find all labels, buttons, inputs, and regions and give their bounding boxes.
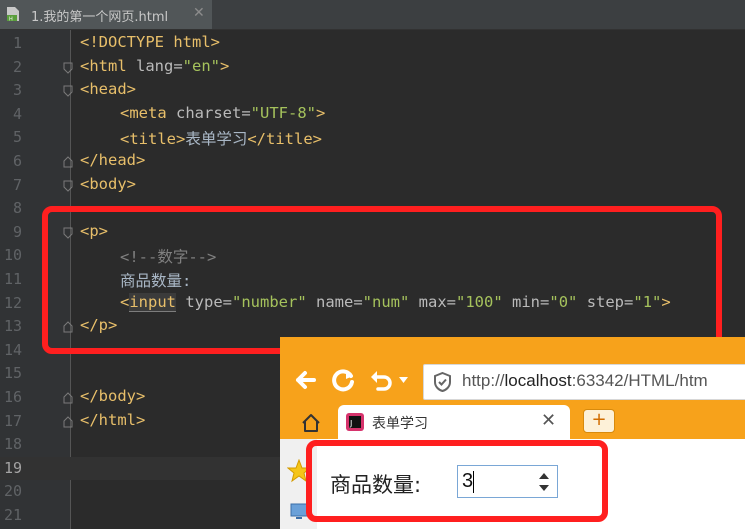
line-number: 7 bbox=[12, 175, 22, 194]
code-token: 表单学习 bbox=[185, 130, 248, 149]
line-number: 12 bbox=[3, 293, 22, 312]
browser-tab-title: 表单学习 bbox=[372, 416, 428, 432]
browser-tab-strip: J 表单学习 ✕ + bbox=[280, 403, 745, 439]
undo-icon[interactable] bbox=[366, 365, 396, 395]
chevron-down-icon[interactable] bbox=[399, 377, 408, 383]
browser-toolbar: http://localhost:63342/HTML/htm bbox=[280, 337, 745, 403]
line-number: 15 bbox=[3, 364, 22, 383]
code-token: "UTF-8" bbox=[250, 103, 316, 122]
home-icon[interactable] bbox=[300, 412, 322, 434]
fold-icon[interactable] bbox=[63, 85, 73, 97]
line-number: 16 bbox=[3, 388, 22, 406]
highlight-box bbox=[42, 206, 722, 354]
line-number: 1 bbox=[12, 34, 22, 52]
line-number: 20 bbox=[3, 482, 22, 501]
svg-text:J: J bbox=[349, 419, 352, 428]
refresh-icon[interactable] bbox=[328, 365, 358, 395]
fold-icon[interactable] bbox=[63, 415, 73, 428]
code-token: "en" bbox=[182, 56, 220, 75]
fold-icon[interactable] bbox=[63, 62, 73, 74]
back-icon[interactable] bbox=[290, 365, 320, 395]
code-token: <title> bbox=[120, 130, 186, 149]
code-line: 5 <title>表单学习</title> bbox=[0, 126, 745, 150]
browser-window: http://localhost:63342/HTML/htm J 表单学习 ✕… bbox=[280, 337, 745, 529]
line-number: 19 bbox=[3, 458, 22, 477]
line-number: 3 bbox=[12, 81, 22, 100]
file-tab-label: 1.我的第一个网页.html bbox=[31, 10, 169, 25]
code-token: > bbox=[316, 103, 326, 122]
svg-text:H: H bbox=[9, 17, 13, 23]
code-token: <body> bbox=[80, 174, 136, 193]
line-number: 13 bbox=[3, 317, 22, 336]
close-icon[interactable]: ✕ bbox=[541, 410, 556, 431]
line-number: 9 bbox=[12, 222, 22, 241]
favicon-icon: J bbox=[346, 413, 364, 431]
html-file-icon: H bbox=[7, 7, 19, 23]
code-line: 3 <head> bbox=[0, 79, 745, 103]
code-line: 1 <!DOCTYPE html> bbox=[0, 32, 745, 56]
line-number: 4 bbox=[12, 104, 22, 123]
line-number: 2 bbox=[12, 57, 22, 76]
line-number: 14 bbox=[3, 340, 22, 359]
line-number: 10 bbox=[3, 246, 22, 265]
line-number: 6 bbox=[12, 152, 22, 170]
code-line: 2 <html lang="en"> bbox=[0, 56, 745, 80]
line-number: 5 bbox=[12, 128, 22, 147]
fold-icon[interactable] bbox=[63, 156, 73, 168]
line-number: 18 bbox=[3, 435, 22, 454]
code-token: lang= bbox=[126, 56, 183, 75]
code-token: > bbox=[220, 56, 230, 75]
code-token: charset= bbox=[166, 103, 251, 122]
code-token: <!DOCTYPE html> bbox=[80, 33, 220, 51]
highlight-box bbox=[306, 440, 608, 522]
code-token: </html> bbox=[80, 410, 146, 429]
new-tab-button[interactable]: + bbox=[583, 409, 615, 433]
code-token: <meta bbox=[120, 103, 167, 122]
editor-tab-bar: H 1.我的第一个网页.html ✕ bbox=[0, 0, 745, 30]
address-bar[interactable]: http://localhost:63342/HTML/htm bbox=[423, 364, 745, 400]
browser-tab[interactable]: J 表单学习 ✕ bbox=[338, 405, 570, 439]
line-number: 21 bbox=[3, 506, 22, 524]
code-line: 7 <body> bbox=[0, 174, 745, 198]
url-text: http://localhost:63342/HTML/htm bbox=[462, 371, 708, 390]
shield-icon bbox=[434, 372, 451, 392]
code-line: 4 <meta charset="UTF-8"> bbox=[0, 103, 745, 127]
line-number: 17 bbox=[3, 411, 22, 430]
code-line: 6 </head> bbox=[0, 150, 745, 174]
fold-icon[interactable] bbox=[63, 180, 73, 192]
line-number: 8 bbox=[12, 199, 22, 218]
close-icon[interactable]: ✕ bbox=[193, 5, 205, 21]
code-token: </title> bbox=[247, 130, 322, 149]
fold-icon[interactable] bbox=[63, 392, 73, 404]
line-number: 11 bbox=[3, 270, 22, 288]
code-token: </body> bbox=[80, 387, 146, 405]
code-token: <head> bbox=[80, 80, 136, 99]
file-tab[interactable]: H 1.我的第一个网页.html ✕ bbox=[0, 0, 212, 29]
code-token: </head> bbox=[80, 151, 146, 169]
code-token: <html bbox=[80, 56, 127, 75]
